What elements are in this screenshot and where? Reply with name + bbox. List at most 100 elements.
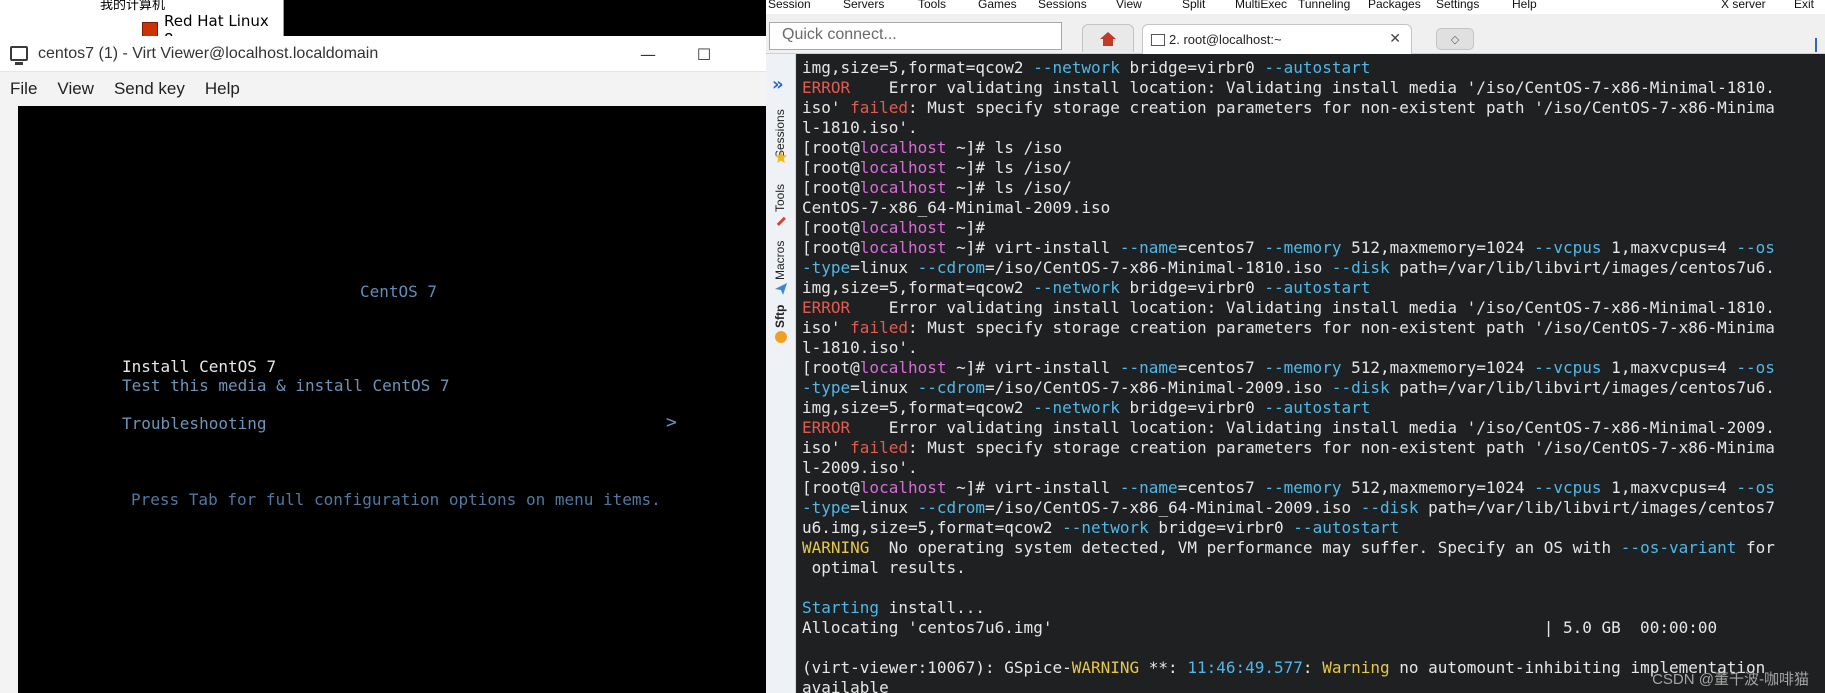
terminal-segment: : Must specify storage creation paramete… bbox=[907, 438, 1775, 457]
terminal-segment: --network bbox=[1062, 518, 1149, 537]
tab-root-localhost[interactable]: 2. root@localhost:~ ✕ bbox=[1142, 24, 1412, 54]
mobaxterm-window: Session Servers Tools Games Sessions Vie… bbox=[766, 0, 1825, 693]
paper-plane-icon bbox=[775, 283, 787, 295]
terminal-segment: ~]# virt-install bbox=[946, 238, 1120, 257]
background-window-strip bbox=[284, 0, 766, 36]
title-bar[interactable]: centos7 (1) - Virt Viewer@localhost.loca… bbox=[0, 36, 766, 72]
menu-sessions[interactable]: Sessions bbox=[1038, 0, 1087, 11]
side-panel: » Sessions Tools Macros Sftp bbox=[766, 54, 796, 693]
terminal-segment: --name bbox=[1119, 478, 1178, 497]
menu-tools[interactable]: Tools bbox=[918, 0, 946, 11]
terminal-segment: ~]# bbox=[946, 218, 986, 237]
terminal-segment: Error validating install location: Valid… bbox=[850, 418, 1775, 437]
terminal-segment: localhost bbox=[859, 358, 947, 377]
home-tab[interactable] bbox=[1082, 24, 1134, 52]
terminal-segment: ~]# ls /iso bbox=[946, 138, 1063, 157]
menu-games[interactable]: Games bbox=[978, 0, 1017, 11]
terminal-segment: =centos7 bbox=[1177, 358, 1265, 377]
menu-help[interactable]: Help bbox=[1512, 0, 1537, 11]
terminal-line: [root@localhost ~]# virt-install --name=… bbox=[802, 358, 1775, 378]
terminal-segment: localhost bbox=[859, 478, 947, 497]
terminal-segment: Error validating install location: Valid… bbox=[850, 78, 1775, 97]
menu-x-server[interactable]: X server bbox=[1721, 0, 1766, 11]
menu-file[interactable]: File bbox=[10, 79, 37, 99]
terminal-segment: -type bbox=[802, 258, 851, 277]
menu-tunneling[interactable]: Tunneling bbox=[1298, 0, 1350, 11]
minimize-button[interactable]: — bbox=[620, 36, 676, 72]
menu-multiexec[interactable]: MultiExec bbox=[1235, 0, 1287, 11]
menu-help[interactable]: Help bbox=[205, 79, 240, 99]
sidebar-tab-macros[interactable]: Macros bbox=[773, 234, 789, 280]
menu-session[interactable]: Session bbox=[768, 0, 811, 11]
terminal-line: -type=linux --cdrom=/iso/CentOS-7-x86_64… bbox=[802, 498, 1775, 518]
terminal-segment: =/iso/CentOS-7-x86-Minimal-1810.iso bbox=[985, 258, 1332, 277]
terminal-segment: l-1810.iso'. bbox=[802, 338, 918, 357]
sidebar-tab-sftp[interactable]: Sftp bbox=[773, 298, 789, 328]
terminal-line: ERROR Error validating install location:… bbox=[802, 298, 1775, 318]
menu-view[interactable]: View bbox=[1116, 0, 1142, 11]
terminal-segment: 512,maxmemory=1024 bbox=[1341, 478, 1535, 497]
terminal-segment: path=/var/lib/libvirt/images/centos7u6. bbox=[1389, 258, 1775, 277]
terminal-segment: Allocating 'centos7u6.img' | 5.0 GB 00:0… bbox=[802, 618, 1718, 637]
side-icon[interactable] bbox=[1815, 38, 1825, 52]
menu-settings[interactable]: Settings bbox=[1436, 0, 1479, 11]
menu-exit[interactable]: Exit bbox=[1794, 0, 1814, 11]
terminal-segment: : bbox=[1302, 658, 1323, 677]
new-tab-button[interactable]: ◇ bbox=[1436, 28, 1474, 50]
maximize-button[interactable]: ☐ bbox=[676, 36, 732, 72]
menu-packages[interactable]: Packages bbox=[1368, 0, 1421, 11]
terminal-segment: [root@ bbox=[802, 358, 860, 377]
terminal-line: iso' failed: Must specify storage creati… bbox=[802, 318, 1775, 338]
home-icon bbox=[1100, 31, 1116, 46]
terminal-line: [root@localhost ~]# ls /iso/ bbox=[802, 178, 1775, 198]
terminal-segment: ~]# virt-install bbox=[946, 478, 1120, 497]
terminal-segment: localhost bbox=[859, 238, 947, 257]
boot-option-install[interactable]: Install CentOS 7 bbox=[122, 357, 276, 376]
terminal-segment: --vcpus bbox=[1534, 238, 1602, 257]
menu-send-key[interactable]: Send key bbox=[114, 79, 185, 99]
terminal-segment: optimal results. bbox=[802, 558, 966, 577]
terminal-segment: --memory bbox=[1264, 358, 1342, 377]
monitor-icon bbox=[10, 46, 28, 65]
terminal-line: [root@localhost ~]# bbox=[802, 218, 1775, 238]
boot-option-test[interactable]: Test this media & install CentOS 7 bbox=[122, 376, 450, 395]
terminal-segment: install... bbox=[879, 598, 986, 617]
terminal-line: l-2009.iso'. bbox=[802, 458, 1775, 478]
terminal-output[interactable]: img,size=5,format=qcow2 --network bridge… bbox=[797, 54, 1825, 693]
terminal-segment: iso' bbox=[802, 438, 851, 457]
quick-connect-input[interactable]: Quick connect... bbox=[769, 22, 1062, 50]
window-controls: — ☐ bbox=[620, 36, 732, 72]
terminal-line: iso' failed: Must specify storage creati… bbox=[802, 98, 1775, 118]
vm-display[interactable]: CentOS 7 Install CentOS 7 Test this medi… bbox=[18, 106, 766, 693]
boot-option-troubleshooting[interactable]: Troubleshooting bbox=[122, 414, 267, 433]
terminal-segment: l-2009.iso'. bbox=[802, 458, 918, 477]
menu-view[interactable]: View bbox=[57, 79, 94, 99]
collapse-icon[interactable]: » bbox=[772, 74, 784, 95]
terminal-segment: WARNING bbox=[802, 538, 870, 557]
terminal-segment: --cdrom bbox=[917, 378, 986, 397]
terminal-segment: localhost bbox=[859, 178, 947, 197]
globe-icon bbox=[775, 331, 787, 343]
sidebar-tab-tools[interactable]: Tools bbox=[773, 174, 789, 212]
terminal-segment: ~]# ls /iso/ bbox=[946, 178, 1072, 197]
terminal-line: -type=linux --cdrom=/iso/CentOS-7-x86-Mi… bbox=[802, 258, 1775, 278]
window-title: centos7 (1) - Virt Viewer@localhost.loca… bbox=[38, 44, 379, 62]
terminal-segment: img,size=5,format=qcow2 bbox=[802, 398, 1034, 417]
terminal-segment: 512,maxmemory=1024 bbox=[1341, 358, 1535, 377]
terminal-segment: -type bbox=[802, 378, 851, 397]
terminal-segment: --network bbox=[1033, 278, 1120, 297]
terminal-segment: ERROR bbox=[802, 418, 851, 437]
menu-servers[interactable]: Servers bbox=[843, 0, 884, 11]
close-icon[interactable]: ✕ bbox=[1389, 31, 1401, 47]
menu-split[interactable]: Split bbox=[1182, 0, 1205, 11]
terminal-segment: bridge=virbr0 bbox=[1119, 278, 1265, 297]
terminal-lines: img,size=5,format=qcow2 --network bridge… bbox=[802, 58, 1775, 693]
terminal-icon bbox=[1151, 33, 1165, 46]
terminal-line: img,size=5,format=qcow2 --network bridge… bbox=[802, 278, 1775, 298]
sidebar-tab-sessions[interactable]: Sessions bbox=[773, 98, 789, 158]
terminal-segment: u6.img,size=5,format=qcow2 bbox=[802, 518, 1063, 537]
terminal-segment: =/iso/CentOS-7-x86_64-Minimal-2009.iso bbox=[985, 498, 1361, 517]
terminal-segment: [root@ bbox=[802, 218, 860, 237]
